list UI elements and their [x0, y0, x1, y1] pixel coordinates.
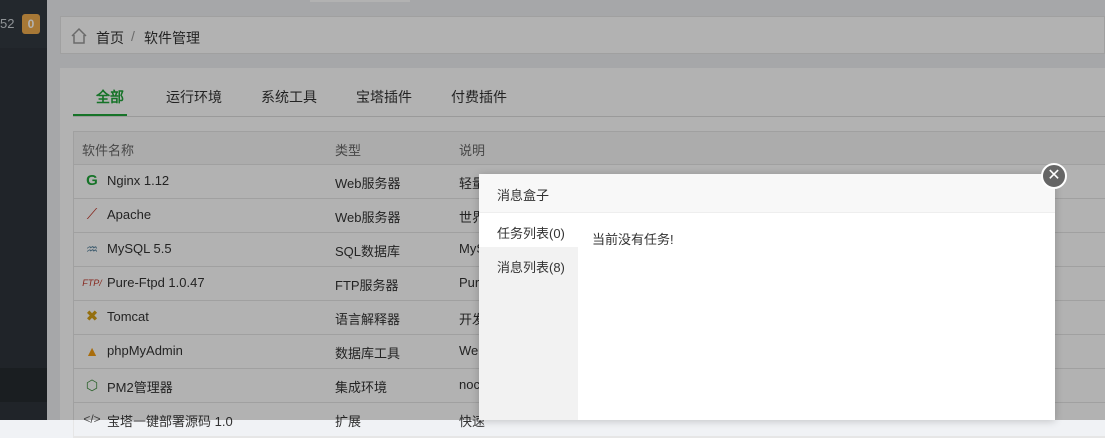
message-box-dialog: 消息盒子 任务列表(0) 消息列表(8) 当前没有任务!: [479, 174, 1055, 420]
dialog-title: 消息盒子: [497, 188, 550, 203]
dialog-tab-list: 任务列表(0) 消息列表(8): [479, 213, 578, 420]
tab-task-list[interactable]: 任务列表(0): [479, 213, 578, 247]
close-icon[interactable]: ✕: [1041, 163, 1067, 189]
dialog-header: 消息盒子: [479, 174, 1055, 213]
tab-message-list-label: 消息列表(8): [497, 260, 565, 275]
tab-message-list[interactable]: 消息列表(8): [479, 247, 578, 281]
tab-task-list-label: 任务列表(0): [497, 226, 565, 241]
dialog-content: 当前没有任务!: [592, 232, 674, 247]
